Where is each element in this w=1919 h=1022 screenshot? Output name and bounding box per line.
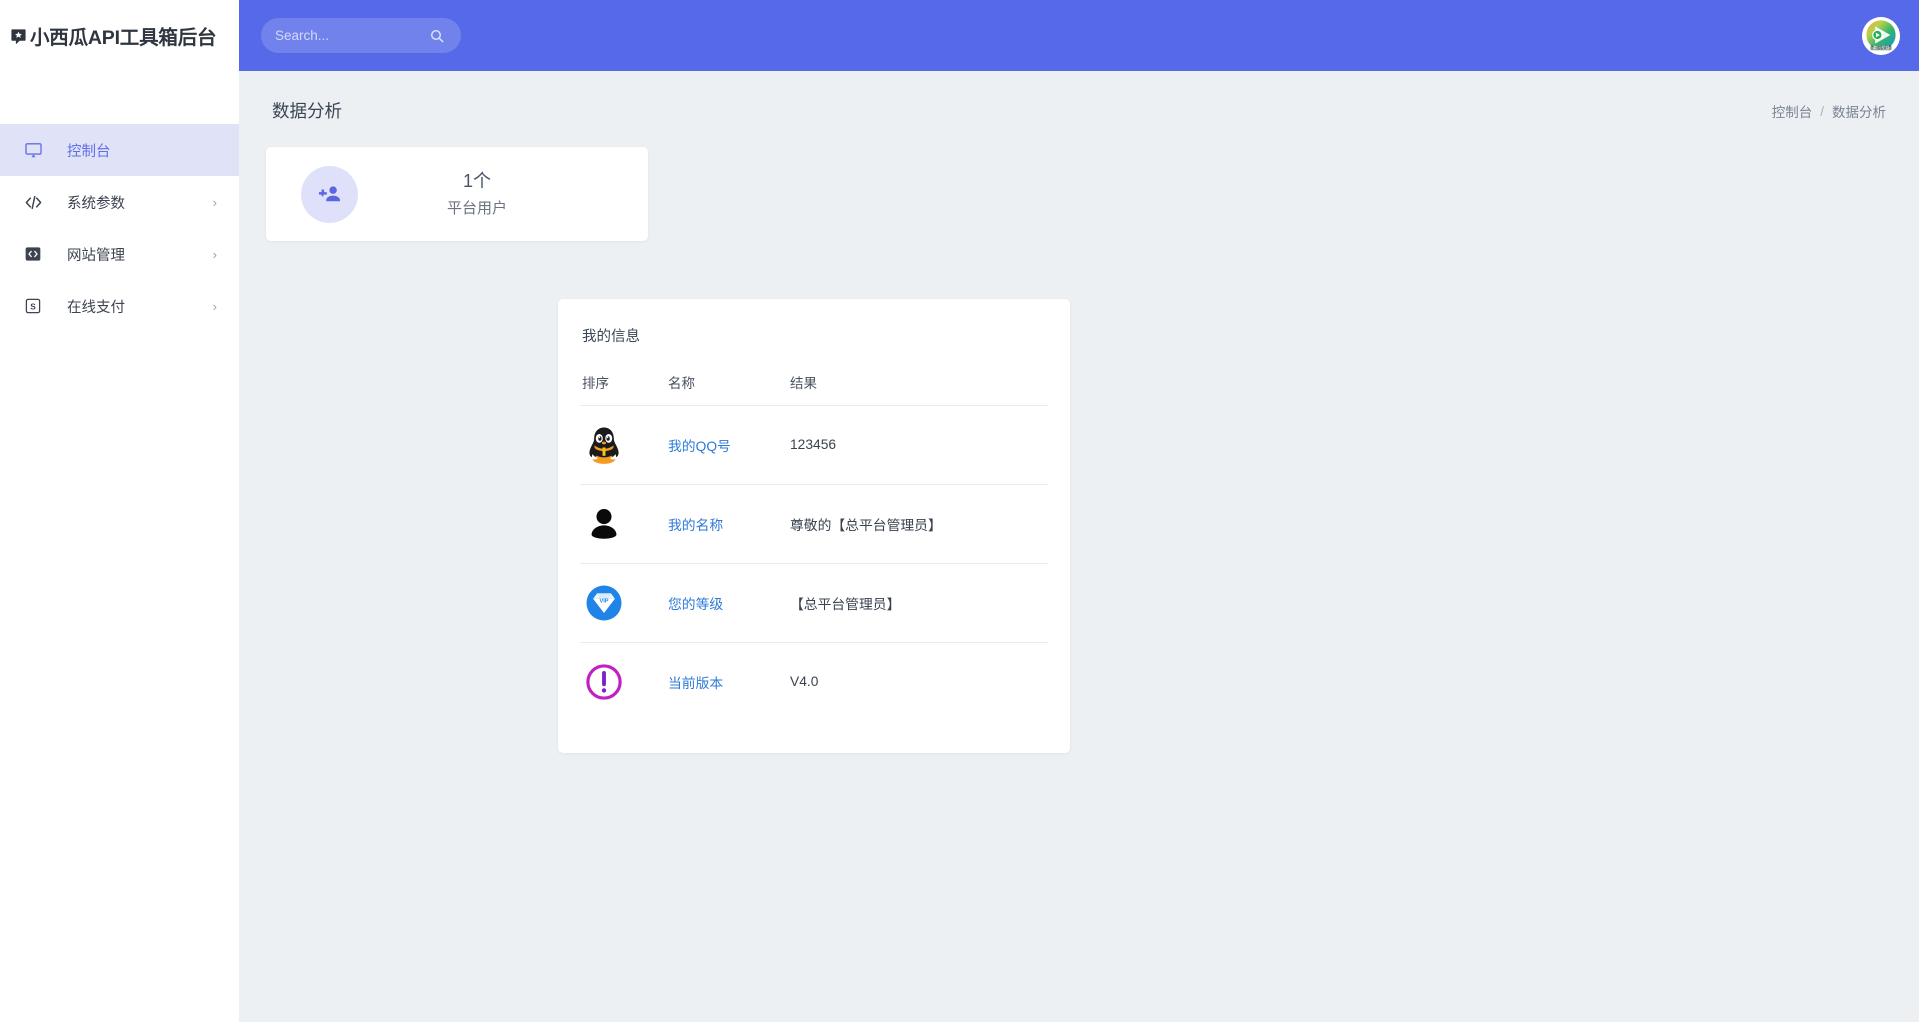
row-order-cell: VIP	[580, 563, 668, 643]
row-name-link[interactable]: 您的等级	[668, 597, 723, 612]
sidebar-item-label: 系统参数	[67, 195, 125, 212]
row-order-cell	[580, 405, 668, 485]
row-name-cell: 您的等级	[668, 563, 790, 643]
row-result-cell: 【总平台管理员】	[790, 563, 1048, 643]
person-add-icon	[301, 165, 358, 223]
app-root: 小西瓜API工具箱后台 控制台 系统参数 › 网站管理 › S 在线支付 › S…	[0, 0, 1919, 1022]
stat-card-platform-users[interactable]: 1个 平台用户	[266, 147, 648, 241]
code-brackets-icon	[22, 191, 44, 213]
column-header-name: 名称	[668, 372, 790, 406]
info-card-title: 我的信息	[582, 329, 640, 345]
table-row: 我的QQ号 123456	[580, 405, 1048, 485]
chevron-right-icon: ›	[212, 194, 217, 210]
breadcrumb-item-console[interactable]: 控制台	[1772, 101, 1813, 121]
row-name-cell: 当前版本	[668, 643, 790, 722]
search-icon[interactable]	[429, 28, 445, 44]
sidebar: 小西瓜API工具箱后台 控制台 系统参数 › 网站管理 › S 在线支付 ›	[0, 0, 239, 1022]
row-name-link[interactable]: 我的名称	[668, 518, 723, 533]
stat-value: 1个	[462, 170, 491, 191]
row-name-cell: 我的QQ号	[668, 405, 790, 485]
currency-box-icon: S	[22, 295, 44, 317]
table-row: 当前版本 V4.0	[580, 643, 1048, 722]
column-header-order: 排序	[580, 372, 668, 406]
topbar: 腾讯视频	[239, 0, 1919, 71]
chevron-right-icon: ›	[212, 298, 217, 314]
stat-label: 平台用户	[446, 199, 507, 217]
info-table-body: 我的QQ号 123456 我的名称 尊敬的【总平台管理员】 VIP 您的等级 【…	[580, 405, 1048, 722]
row-result-cell: 尊敬的【总平台管理员】	[790, 484, 1048, 564]
sidebar-item-system-params[interactable]: 系统参数 ›	[0, 176, 239, 228]
row-name-link[interactable]: 我的QQ号	[668, 439, 731, 454]
brand-title: 小西瓜API工具箱后台	[30, 27, 217, 49]
search-input[interactable]	[275, 18, 425, 53]
code-box-filled-icon	[22, 243, 44, 265]
monitor-icon	[22, 139, 44, 161]
row-result-cell: V4.0	[790, 643, 1048, 722]
row-order-cell	[580, 643, 668, 722]
row-result-value: 123456	[790, 437, 837, 452]
sidebar-item-label: 控制台	[67, 143, 111, 160]
info-table: 排序 名称 结果 我的QQ号 123456 我的名称 尊敬的【总平台管理员】 V…	[580, 372, 1048, 722]
svg-text:VIP: VIP	[599, 598, 608, 604]
info-card: 我的信息 排序 名称 结果 我的QQ号 123456 我的名称 尊敬的【总平台管…	[558, 299, 1070, 753]
column-header-result: 结果	[790, 372, 1048, 406]
sidebar-item-label: 网站管理	[67, 247, 125, 264]
user-silhouette-icon	[580, 501, 627, 548]
avatar[interactable]: 腾讯视频	[1862, 16, 1900, 55]
info-table-head: 排序 名称 结果	[580, 372, 1048, 406]
svg-text:S: S	[30, 302, 36, 311]
page-head: 数据分析 控制台 / 数据分析	[239, 71, 1919, 123]
breadcrumb-separator: /	[1820, 103, 1824, 119]
row-name-link[interactable]: 当前版本	[668, 676, 723, 691]
vip-diamond-icon: VIP	[580, 580, 627, 627]
row-result-value: V4.0	[790, 674, 819, 690]
sidebar-item-site-manage[interactable]: 网站管理 ›	[0, 228, 239, 280]
row-result-cell: 123456	[790, 405, 1048, 485]
content-area: 数据分析 控制台 / 数据分析 1个 平台用户 我的信息 排序 名称 结果 我的…	[239, 71, 1919, 1022]
sidebar-nav: 控制台 系统参数 › 网站管理 › S 在线支付 ›	[0, 124, 239, 332]
row-result-value: 【总平台管理员】	[790, 596, 901, 612]
main-area: 腾讯视频 数据分析 控制台 / 数据分析	[239, 0, 1919, 1022]
svg-text:腾讯视频: 腾讯视频	[1873, 44, 1889, 50]
table-row: 我的名称 尊敬的【总平台管理员】	[580, 484, 1048, 564]
breadcrumb: 控制台 / 数据分析	[1772, 101, 1886, 121]
brand[interactable]: 小西瓜API工具箱后台	[0, 0, 239, 71]
exclamation-circle-icon	[580, 659, 627, 706]
chat-star-icon	[10, 28, 27, 45]
table-row: VIP 您的等级 【总平台管理员】	[580, 563, 1048, 643]
chevron-right-icon: ›	[212, 246, 217, 262]
row-name-cell: 我的名称	[668, 484, 790, 564]
search-box[interactable]	[261, 18, 461, 53]
sidebar-item-online-payment[interactable]: S 在线支付 ›	[0, 280, 239, 332]
sidebar-item-console[interactable]: 控制台	[0, 124, 239, 176]
table-header-row: 排序 名称 结果	[580, 372, 1048, 406]
sidebar-item-label: 在线支付	[67, 299, 125, 316]
row-order-cell	[580, 484, 668, 564]
qq-penguin-icon	[580, 422, 627, 469]
stat-text: 1个 平台用户	[358, 168, 648, 221]
page-title: 数据分析	[272, 101, 342, 121]
breadcrumb-item-current: 数据分析	[1832, 105, 1886, 120]
row-result-value: 尊敬的【总平台管理员】	[790, 517, 942, 533]
